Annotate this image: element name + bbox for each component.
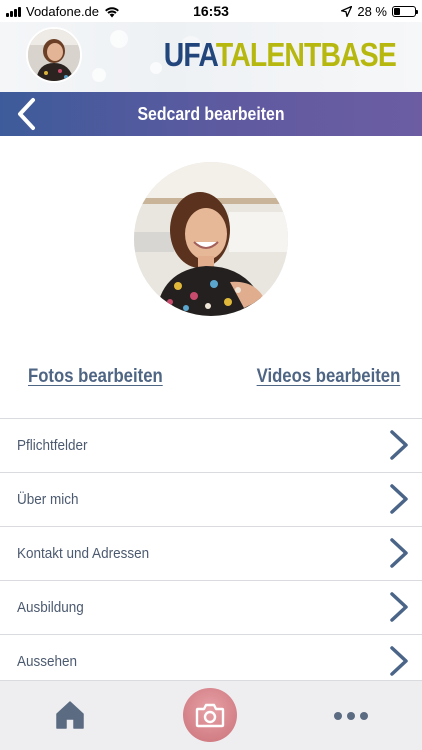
user-avatar[interactable]	[26, 27, 82, 83]
home-icon	[56, 701, 84, 729]
list-item-ueber-mich[interactable]: Über mich	[0, 472, 422, 526]
decor-bokeh	[150, 62, 162, 74]
avatar-image	[28, 29, 80, 81]
location-arrow-icon	[341, 6, 353, 17]
more-dot	[334, 712, 342, 720]
chevron-right-icon	[390, 484, 408, 514]
battery-percent: 28 %	[357, 4, 387, 19]
battery-icon	[392, 6, 418, 17]
status-right: 28 %	[341, 4, 418, 19]
chevron-right-icon	[390, 538, 408, 568]
decor-bokeh	[110, 30, 128, 48]
chevron-right-icon	[390, 592, 408, 622]
profile-photo[interactable]	[134, 162, 288, 316]
more-dot	[360, 712, 368, 720]
list-item-label: Ausbildung	[17, 599, 84, 616]
edit-videos-link[interactable]: Videos bearbeiten	[256, 366, 400, 388]
camera-button[interactable]	[183, 688, 237, 742]
more-dot	[347, 712, 355, 720]
list-item-kontakt[interactable]: Kontakt und Adressen	[0, 526, 422, 580]
chevron-right-icon	[390, 646, 408, 676]
menu-list: Pflichtfelder Über mich Kontakt und Adre…	[0, 418, 422, 688]
battery-fill	[394, 8, 400, 15]
list-item-ausbildung[interactable]: Ausbildung	[0, 580, 422, 634]
list-item-label: Über mich	[17, 491, 79, 508]
decor-bokeh	[92, 68, 106, 82]
profile-image	[134, 162, 288, 316]
camera-icon	[195, 703, 225, 728]
tab-bar	[0, 680, 422, 750]
page-title: Sedcard bearbeiten	[137, 104, 285, 124]
app-logo: UFATALENTBASE	[163, 36, 397, 73]
logo-ufa: UFA	[163, 36, 217, 73]
more-button[interactable]	[334, 706, 370, 726]
logo-talentbase: TALENTBASE	[215, 36, 397, 73]
home-button[interactable]	[53, 698, 87, 732]
title-bar: Sedcard bearbeiten	[0, 92, 422, 136]
app-header: UFATALENTBASE	[0, 22, 422, 92]
list-item-label: Kontakt und Adressen	[17, 545, 150, 562]
list-item-label: Pflichtfelder	[17, 437, 88, 454]
status-bar: Vodafone.de 16:53 28 %	[0, 0, 422, 22]
edit-photos-link[interactable]: Fotos bearbeiten	[28, 366, 163, 388]
chevron-right-icon	[390, 430, 408, 460]
list-item-pflichtfelder[interactable]: Pflichtfelder	[0, 418, 422, 472]
